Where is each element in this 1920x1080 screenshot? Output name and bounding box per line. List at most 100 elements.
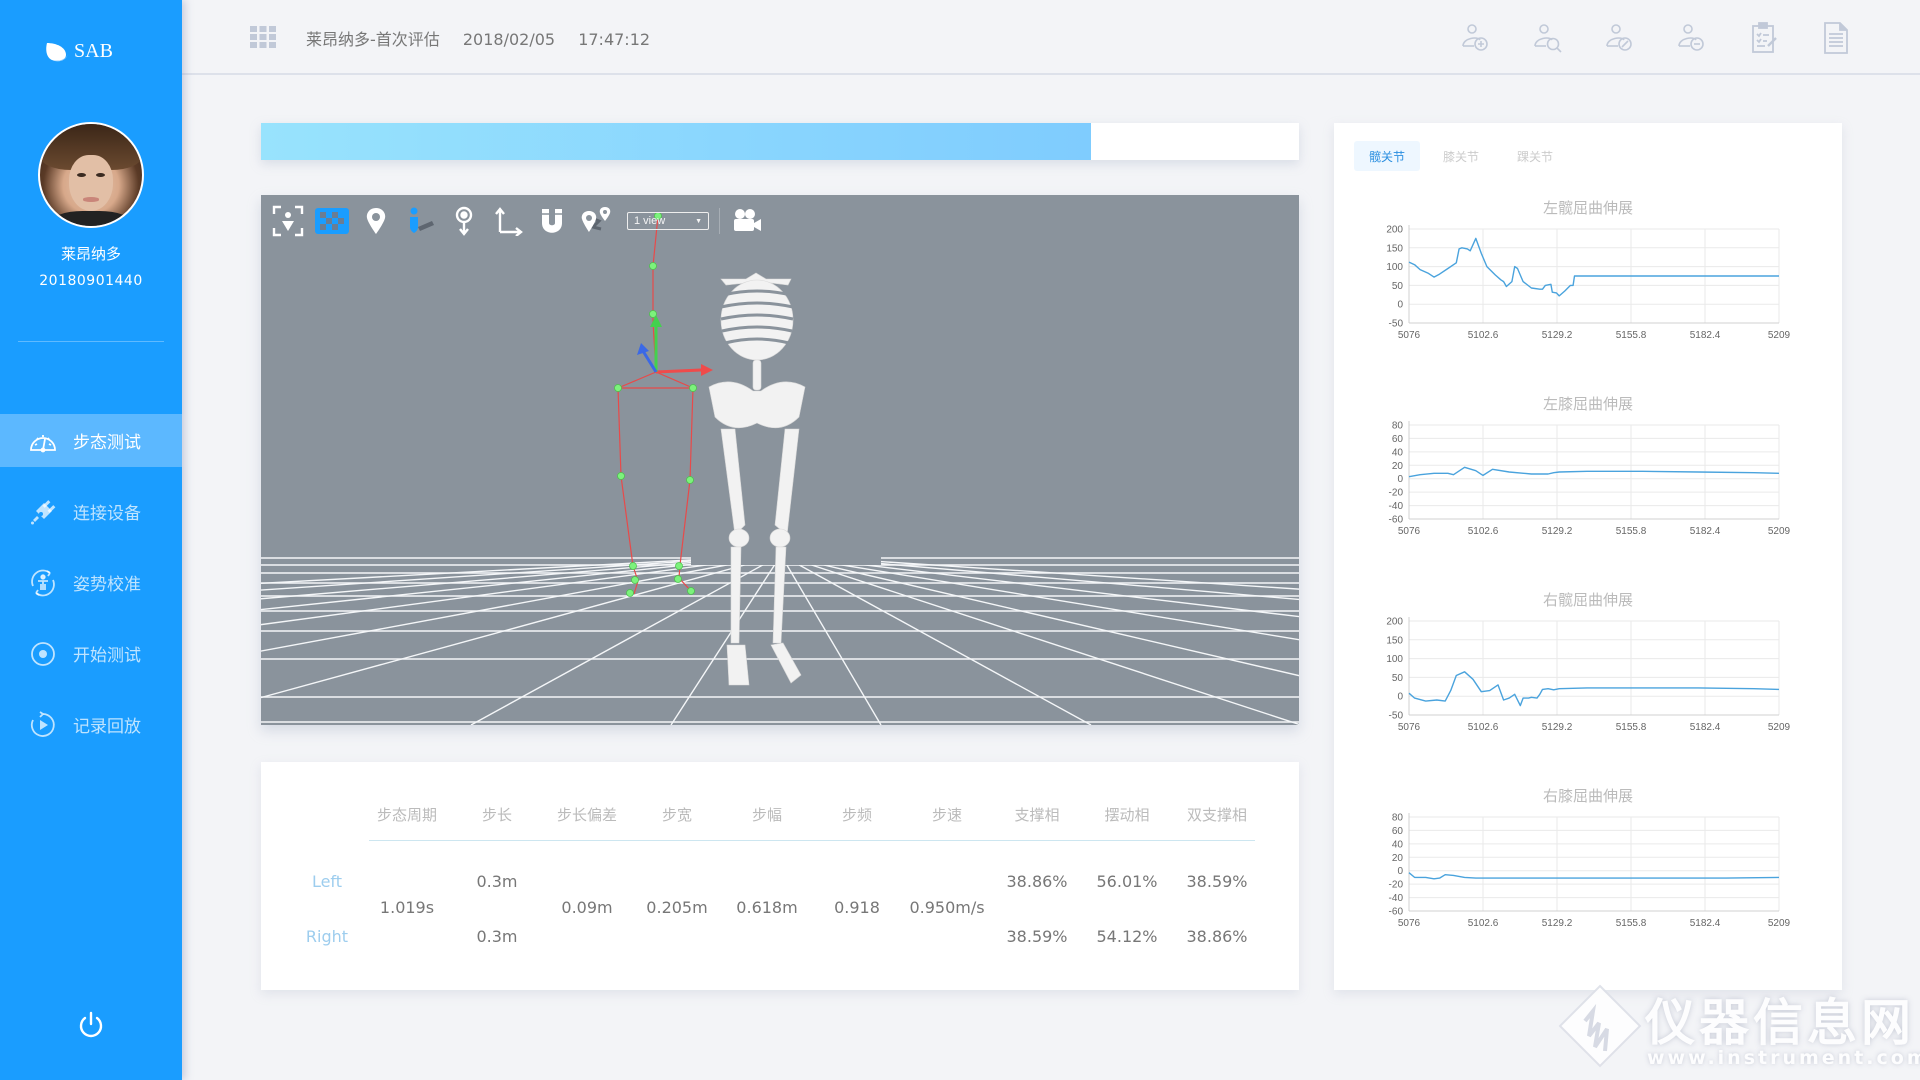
y-tick-label: 60 xyxy=(1392,434,1404,445)
table-body: Left Right 1.019s 0.3m 0.3m 0.09m 0.205m… xyxy=(261,762,1299,990)
app-logo: SAB xyxy=(44,40,113,63)
sidebar-item-posture-calibration[interactable]: 姿势校准 xyxy=(0,556,182,609)
sidebar-item-label: 姿势校准 xyxy=(73,575,141,595)
y-tick-label: 60 xyxy=(1392,826,1404,837)
x-tick-label: 5155.8 xyxy=(1616,722,1647,733)
edit-user-button[interactable] xyxy=(1602,20,1638,56)
sidebar-item-label: 开始测试 xyxy=(73,646,141,666)
gait-parameter-table: 步态周期 步长 步长偏差 步宽 步幅 步频 步速 支撑相 摆动相 双支撑相 Le… xyxy=(261,762,1299,990)
x-tick-label: 5102.6 xyxy=(1468,918,1499,929)
clipboard-edit-button[interactable] xyxy=(1746,20,1782,56)
x-tick-label: 5129.2 xyxy=(1542,526,1573,537)
session-title: 莱昂纳多-首次评估 2018/02/05 17:47:12 xyxy=(306,26,668,50)
y-tick-label: 0 xyxy=(1397,692,1403,703)
y-tick-label: 40 xyxy=(1392,839,1404,850)
3d-viewport[interactable]: 1 view ▼ xyxy=(261,195,1299,725)
axes-icon xyxy=(495,207,523,236)
x-tick-label: 5209 xyxy=(1768,918,1791,929)
cell-left-stance: 38.86% xyxy=(1006,872,1068,891)
camera-button[interactable] xyxy=(730,204,764,238)
view-select-value: 1 view xyxy=(634,215,666,227)
apps-grid-icon[interactable] xyxy=(250,26,276,48)
tab-hip[interactable]: 髋关节 xyxy=(1354,141,1420,171)
cell-step-width: 0.205m xyxy=(646,898,708,917)
logo-text: SAB xyxy=(74,40,113,62)
tab-ankle[interactable]: 踝关节 xyxy=(1502,141,1568,171)
y-tick-label: 0 xyxy=(1397,300,1403,311)
plug-icon xyxy=(27,496,59,528)
search-user-button[interactable] xyxy=(1530,20,1566,56)
dropdown-caret-icon: ▼ xyxy=(695,217,702,225)
pin-down-button[interactable] xyxy=(447,204,481,238)
pin-path-button[interactable] xyxy=(579,204,613,238)
clipboard-edit-icon xyxy=(1752,22,1777,53)
chart-right-hip-plot: 200 150 100 50 0 -505076 5102.6 5129.2 5155.8 518… xyxy=(1386,617,1790,734)
document-button[interactable] xyxy=(1818,20,1854,56)
sidebar-item-record-playback[interactable]: 记录回放 xyxy=(0,698,182,751)
x-tick-label: 5209 xyxy=(1768,526,1791,537)
watermark-title: 仪器信息网 xyxy=(1645,994,1915,1052)
focus-button[interactable] xyxy=(271,204,305,238)
x-tick-label: 5129.2 xyxy=(1542,918,1573,929)
focus-icon xyxy=(272,205,304,237)
joint-tabs: 髋关节 膝关节 踝关节 xyxy=(1354,141,1576,171)
toolbar-separator xyxy=(719,208,720,234)
cell-right-double-support: 38.86% xyxy=(1186,927,1248,946)
marker-pin-button[interactable] xyxy=(359,204,393,238)
x-tick-label: 5076 xyxy=(1398,722,1421,733)
chart-right-knee-plot: 80 60 40 20 0 -20 -40 -605076 5102.6 5129.2 5155.8… xyxy=(1389,813,1791,930)
chart-right-knee: 右膝屈曲伸展 80 60 40 20 0 -20 -40 -60 5076 5102.6 5129.… xyxy=(1334,785,1842,975)
x-tick-label: 5155.8 xyxy=(1616,918,1647,929)
remove-user-icon xyxy=(1678,24,1704,51)
magnet-button[interactable] xyxy=(535,204,569,238)
series-line xyxy=(1408,671,1780,707)
y-tick-label: 200 xyxy=(1386,617,1403,628)
x-tick-label: 5209 xyxy=(1768,330,1791,341)
y-tick-label: 100 xyxy=(1386,654,1403,665)
cell-cadence: 0.918 xyxy=(834,898,880,917)
tab-knee[interactable]: 膝关节 xyxy=(1428,141,1494,171)
axis-gizmo xyxy=(637,315,713,376)
y-tick-label: -60 xyxy=(1389,907,1404,918)
test-progress-bar xyxy=(261,123,1299,160)
session-date: 2018/02/05 xyxy=(462,30,556,49)
sidebar-item-label: 步态测试 xyxy=(73,433,141,453)
y-tick-label: 20 xyxy=(1392,461,1404,472)
cell-left-step-length: 0.3m xyxy=(476,872,518,891)
session-name: 莱昂纳多-首次评估 xyxy=(306,30,440,49)
chart-title: 左膝屈曲伸展 xyxy=(1542,395,1633,413)
y-tick-label: 40 xyxy=(1392,447,1404,458)
chart-title: 右膝屈曲伸展 xyxy=(1542,787,1633,805)
x-tick-label: 5102.6 xyxy=(1468,526,1499,537)
add-user-button[interactable] xyxy=(1458,20,1494,56)
axes-button[interactable] xyxy=(491,204,525,238)
power-button[interactable] xyxy=(76,1010,106,1040)
shadow-toggle-button[interactable] xyxy=(403,204,437,238)
y-tick-label: 20 xyxy=(1392,853,1404,864)
y-tick-label: 0 xyxy=(1397,866,1403,877)
viewport-toolbar: 1 view ▼ xyxy=(271,203,774,239)
cell-step-length-deviation: 0.09m xyxy=(561,898,613,917)
sidebar-item-label: 记录回放 xyxy=(73,717,141,737)
magnet-icon xyxy=(542,209,562,233)
chart-left-hip-plot: 200 150 100 50 0 -505076 5102.6 5129.2 5155.8 518… xyxy=(1386,225,1791,342)
watermark-url: www.instrument.com.cn xyxy=(1647,1047,1920,1069)
joint-angle-panel: 髋关节 膝关节 踝关节 左髋屈曲伸展 200 150 100 50 0 -50 5076 51… xyxy=(1334,123,1842,990)
y-tick-label: 50 xyxy=(1392,281,1404,292)
cell-stride: 0.618m xyxy=(736,898,798,917)
sidebar-item-gait-test[interactable]: 步态测试 xyxy=(0,414,182,467)
x-tick-label: 5182.4 xyxy=(1690,330,1721,341)
y-tick-label: 80 xyxy=(1392,813,1404,824)
y-tick-label: 100 xyxy=(1386,262,1403,273)
checkerboard-icon xyxy=(315,208,349,234)
view-count-select[interactable]: 1 view ▼ xyxy=(627,212,709,230)
sidebar-item-connect-device[interactable]: 连接设备 xyxy=(0,485,182,538)
checkerboard-button[interactable] xyxy=(315,204,349,238)
x-tick-label: 5182.4 xyxy=(1690,722,1721,733)
sidebar-nav: 步态测试 连接设备 姿势校准 开始测试 记录回放 xyxy=(0,414,182,769)
remove-user-button[interactable] xyxy=(1674,20,1710,56)
y-tick-label: -20 xyxy=(1389,488,1404,499)
x-tick-label: 5076 xyxy=(1398,526,1421,537)
sidebar-item-start-test[interactable]: 开始测试 xyxy=(0,627,182,680)
sidebar-divider xyxy=(18,341,164,342)
